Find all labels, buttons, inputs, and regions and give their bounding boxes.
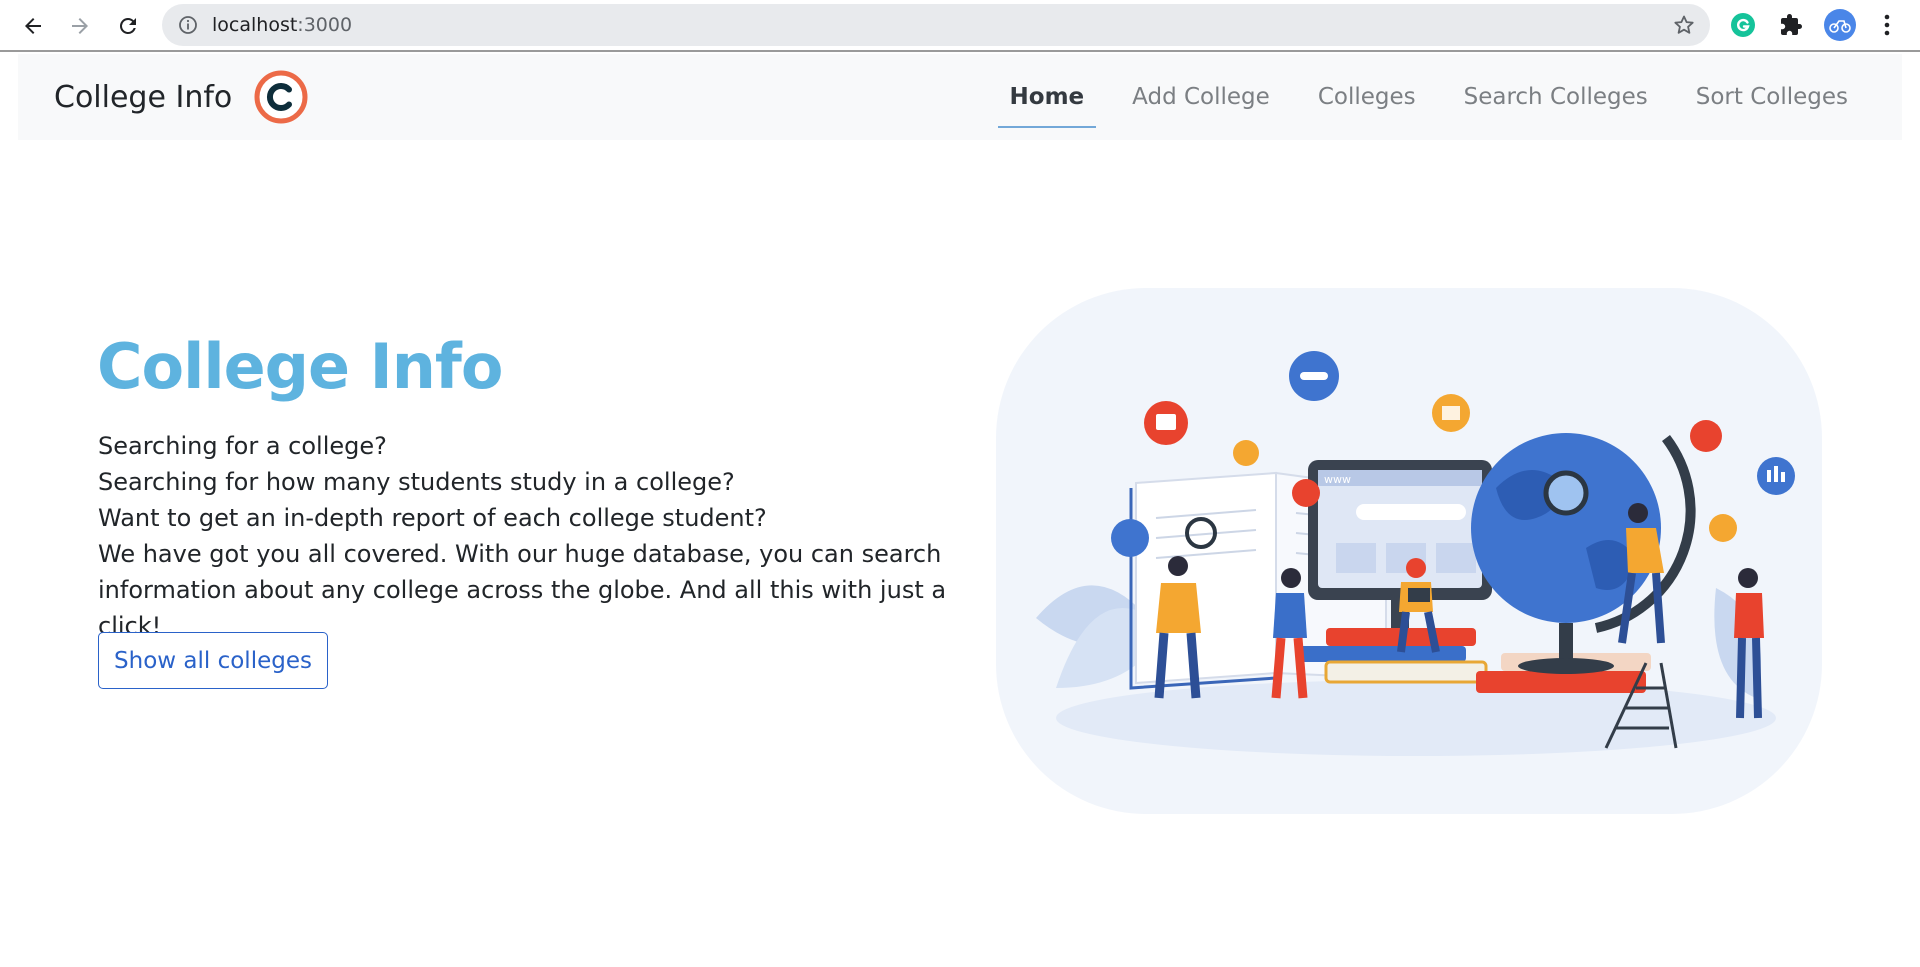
brand-link[interactable]: College Info (54, 54, 308, 140)
address-bar[interactable]: localhost:3000 (162, 4, 1710, 46)
url-port: :3000 (297, 14, 353, 36)
hero-description: Searching for a college? Searching for h… (98, 428, 978, 644)
nav-search-colleges[interactable]: Search Colleges (1440, 54, 1672, 140)
profile-avatar[interactable] (1823, 8, 1857, 42)
arrow-right-icon (72, 18, 88, 34)
nav-colleges[interactable]: Colleges (1294, 54, 1440, 140)
illustration-www-text: www (1324, 473, 1351, 486)
url-host: localhost (212, 14, 298, 36)
college-logo-icon (254, 70, 308, 124)
hero-line: Want to get an in-depth report of each c… (98, 504, 767, 532)
arrow-left-icon (25, 18, 41, 34)
info-icon[interactable] (178, 15, 198, 40)
hero-title: College Info (97, 330, 503, 403)
nav-home[interactable]: Home (986, 54, 1109, 140)
show-all-colleges-button[interactable]: Show all colleges (98, 632, 328, 689)
hero-line: Searching for how many students study in… (98, 468, 735, 496)
app-navbar: College Info Home Add College Colleges S… (18, 54, 1902, 140)
back-button[interactable] (17, 10, 49, 42)
extensions-puzzle-icon[interactable] (1776, 10, 1806, 40)
hero-line: Searching for a college? (98, 432, 387, 460)
brand-text: College Info (54, 79, 233, 115)
url-text: localhost:3000 (212, 4, 352, 46)
browser-toolbar: localhost:3000 (0, 0, 1920, 52)
forward-button[interactable] (64, 10, 96, 42)
education-illustration: www (996, 288, 1822, 814)
nav-links: Home Add College Colleges Search College… (986, 54, 1872, 140)
nav-add-college[interactable]: Add College (1108, 54, 1294, 140)
nav-sort-colleges[interactable]: Sort Colleges (1672, 54, 1872, 140)
grammarly-extension-icon[interactable] (1728, 10, 1758, 40)
reload-icon (119, 17, 136, 34)
hero-line: We have got you all covered. With our hu… (98, 540, 942, 568)
reload-button[interactable] (112, 10, 144, 42)
browser-menu-icon[interactable] (1872, 10, 1902, 40)
bookmark-star-icon[interactable] (1672, 13, 1696, 42)
